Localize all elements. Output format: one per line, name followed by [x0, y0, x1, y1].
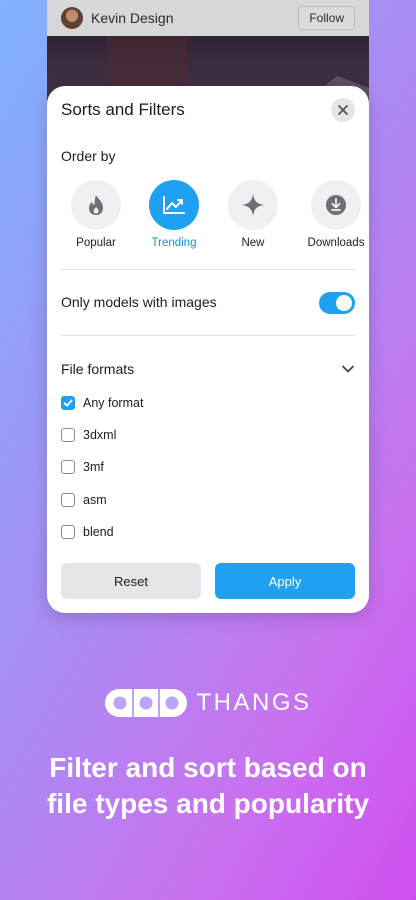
order-option-label: New [241, 237, 265, 249]
sheet-title: Sorts and Filters [61, 100, 185, 119]
order-option-label: Downloads [307, 237, 365, 249]
format-option-3mf[interactable]: 3mf [61, 458, 104, 476]
sorts-filters-sheet: Sorts and Filters Order by Popular Trend… [47, 86, 369, 613]
images-only-toggle[interactable] [319, 292, 355, 314]
format-label: blend [83, 525, 114, 539]
order-option-downloads-circle [311, 180, 361, 230]
trending-icon [163, 196, 185, 214]
close-button[interactable] [331, 98, 355, 122]
format-option-3dxml[interactable]: 3dxml [61, 426, 116, 444]
format-option-asm[interactable]: asm [61, 491, 107, 509]
order-option-trending-circle [149, 180, 199, 230]
order-option-popular-circle [71, 180, 121, 230]
tagline-line-1: Filter and sort based on [49, 752, 367, 783]
images-only-label: Only models with images [61, 294, 217, 310]
format-option-any[interactable]: Any format [61, 394, 143, 412]
checkbox[interactable] [61, 525, 75, 539]
brand-lockup: THANGS [0, 688, 416, 718]
order-option-label: Popular [76, 237, 116, 249]
order-option-popular[interactable]: Popular [59, 180, 133, 249]
promo-tagline: Filter and sort based on file types and … [0, 750, 416, 822]
download-icon [326, 195, 346, 215]
format-label: Any format [83, 396, 144, 410]
order-option-downloads[interactable]: Downloads [299, 180, 373, 249]
checkbox[interactable] [61, 460, 75, 474]
order-option-label: Trending [151, 237, 197, 249]
divider [61, 269, 355, 270]
reset-button[interactable]: Reset [61, 563, 201, 599]
tagline-line-2: file types and popularity [46, 788, 370, 819]
order-option-trending[interactable]: Trending [137, 180, 211, 249]
file-formats-label[interactable]: File formats [61, 361, 134, 377]
order-option-new[interactable]: New [216, 180, 290, 249]
apply-button[interactable]: Apply [215, 563, 355, 599]
check-icon [63, 399, 73, 407]
divider [61, 335, 355, 336]
checkbox[interactable] [61, 396, 75, 410]
checkbox[interactable] [61, 428, 75, 442]
thangs-logo-icon [105, 689, 188, 717]
close-icon [338, 105, 348, 115]
checkbox[interactable] [61, 493, 75, 507]
brand-wordmark: THANGS [196, 689, 312, 716]
order-option-new-circle [228, 180, 278, 230]
sparkle-icon [242, 194, 264, 216]
format-label: 3dxml [83, 428, 117, 442]
chevron-down-icon[interactable] [341, 362, 355, 376]
order-options: Popular Trending New Downloads [57, 180, 364, 252]
fire-icon [89, 195, 103, 215]
order-by-label: Order by [61, 148, 116, 164]
toggle-knob [336, 295, 352, 311]
format-option-blend[interactable]: blend [61, 523, 114, 541]
format-label: asm [83, 493, 107, 507]
format-label: 3mf [83, 460, 104, 474]
